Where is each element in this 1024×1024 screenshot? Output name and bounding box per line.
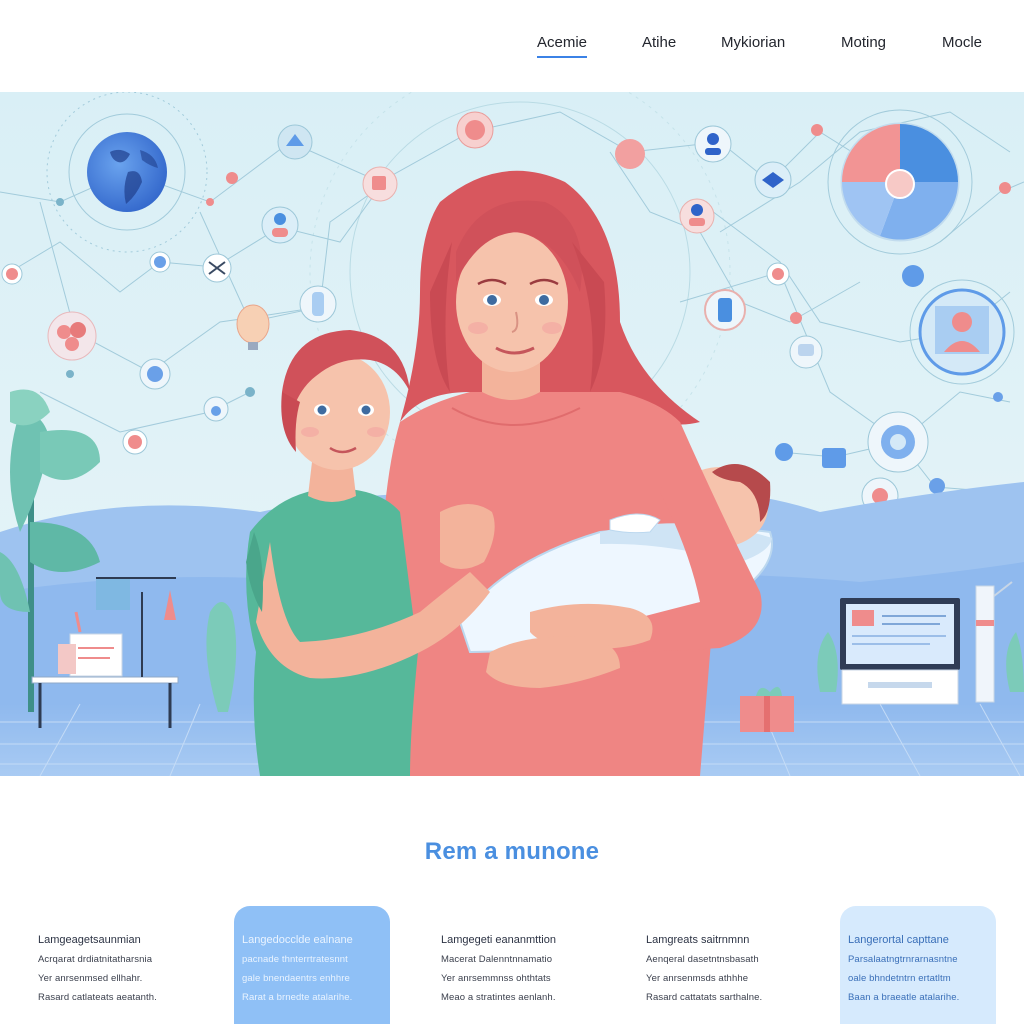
card-text-line: pacnade thnterrtratesnnt	[242, 954, 348, 965]
feature-card-1[interactable]: Lamgeagetsaunmian Acrqarat drdiatnitatha…	[30, 906, 186, 1024]
card-title: Lamgeagetsaunmian	[38, 934, 141, 946]
card-text-line: Rasard catlateats aeatanth.	[38, 991, 157, 1003]
card-text-line: oale bhndetntrn ertatltm	[848, 972, 951, 984]
user-badge-icon	[261, 206, 299, 244]
card-title: Lamgegeti eananmttion	[441, 934, 556, 946]
book-icon	[822, 448, 846, 468]
target-icon	[867, 411, 929, 473]
chat-bubble-icon	[789, 335, 823, 369]
main-nav: Acemie Atihe Mykiorian Moting Mocle	[0, 34, 1024, 58]
nav-item-mocle[interactable]: Mocle	[942, 34, 982, 51]
feature-card-2[interactable]: Langedocclde ealnane pacnade thnterrtrat…	[234, 906, 390, 1024]
doctor-badge-icon	[679, 198, 715, 234]
graduate-icon	[754, 161, 792, 199]
feature-cards: Lamgeagetsaunmian Acrqarat drdiatnitatha…	[0, 906, 1024, 1024]
card-text-line: Aenqeral dasetntnsbasath	[646, 954, 759, 965]
nav-item-mykiorian[interactable]: Mykiorian	[721, 34, 785, 51]
card-text-line: Meao a stratintes aenlanh.	[441, 991, 556, 1003]
dollar-icon	[139, 358, 171, 390]
phone-icon	[704, 289, 746, 331]
card-text-line: Macerat Dalenntnnamatio	[441, 954, 553, 965]
card-title: Lamgreats saitrnmnn	[646, 934, 750, 946]
nav-item-atihe[interactable]: Atihe	[642, 34, 676, 51]
hero-illustration	[0, 92, 1024, 776]
globe-icon	[87, 132, 167, 212]
nav-item-moting[interactable]: Moting	[841, 34, 886, 51]
card-text-line: Baan a braeatle atalarihe.	[848, 991, 960, 1003]
feature-card-3[interactable]: Lamgegeti eananmttion Macerat Dalenntnna…	[433, 906, 589, 1024]
card-text-line: Acrqarat drdiatnitatharsnia	[38, 954, 153, 965]
section-title: Rem a munone	[424, 838, 600, 865]
scale-icon	[202, 253, 232, 283]
note-icon	[362, 166, 398, 202]
top-navigation-bar: Acemie Atihe Mykiorian Moting Mocle	[0, 0, 1024, 92]
card-title: Langedocclde ealnane	[242, 934, 353, 946]
profile-screen-icon	[918, 288, 1006, 376]
card-text-line: Yer anrsemmnss ohthtats	[441, 972, 551, 984]
family-icon	[47, 311, 97, 361]
house-icon	[277, 124, 313, 160]
drop-icon	[203, 396, 229, 422]
chat-icon	[456, 111, 494, 149]
bottle-icon	[299, 285, 337, 323]
nav-item-acemie[interactable]: Acemie	[537, 34, 588, 58]
hero-scene	[0, 92, 1024, 776]
card-text-line: Rasard cattatats sarthalne.	[646, 991, 763, 1003]
card-text-line: gale bnendaentrs enhhre	[242, 972, 350, 984]
pie-chart-icon	[840, 122, 960, 242]
card-text-line: Yer anrsenmsed ellhahr.	[38, 972, 143, 984]
person-badge-icon	[694, 125, 732, 163]
card-text-line: Parsalaatngtrnrarnasntne	[848, 954, 958, 965]
card-text-line: Yer anrsenmsds athhhe	[646, 972, 749, 984]
computer-monitor	[840, 581, 1013, 705]
card-title: Langerortal capttane	[848, 934, 949, 946]
feature-card-5[interactable]: Langerortal capttane Parsalaatngtrnrarna…	[840, 906, 996, 1024]
card-text-line: Rarat a brnedte atalarihe.	[242, 991, 353, 1003]
feature-card-4[interactable]: Lamgreats saitrnmnn Aenqeral dasetntnsba…	[638, 906, 794, 1024]
